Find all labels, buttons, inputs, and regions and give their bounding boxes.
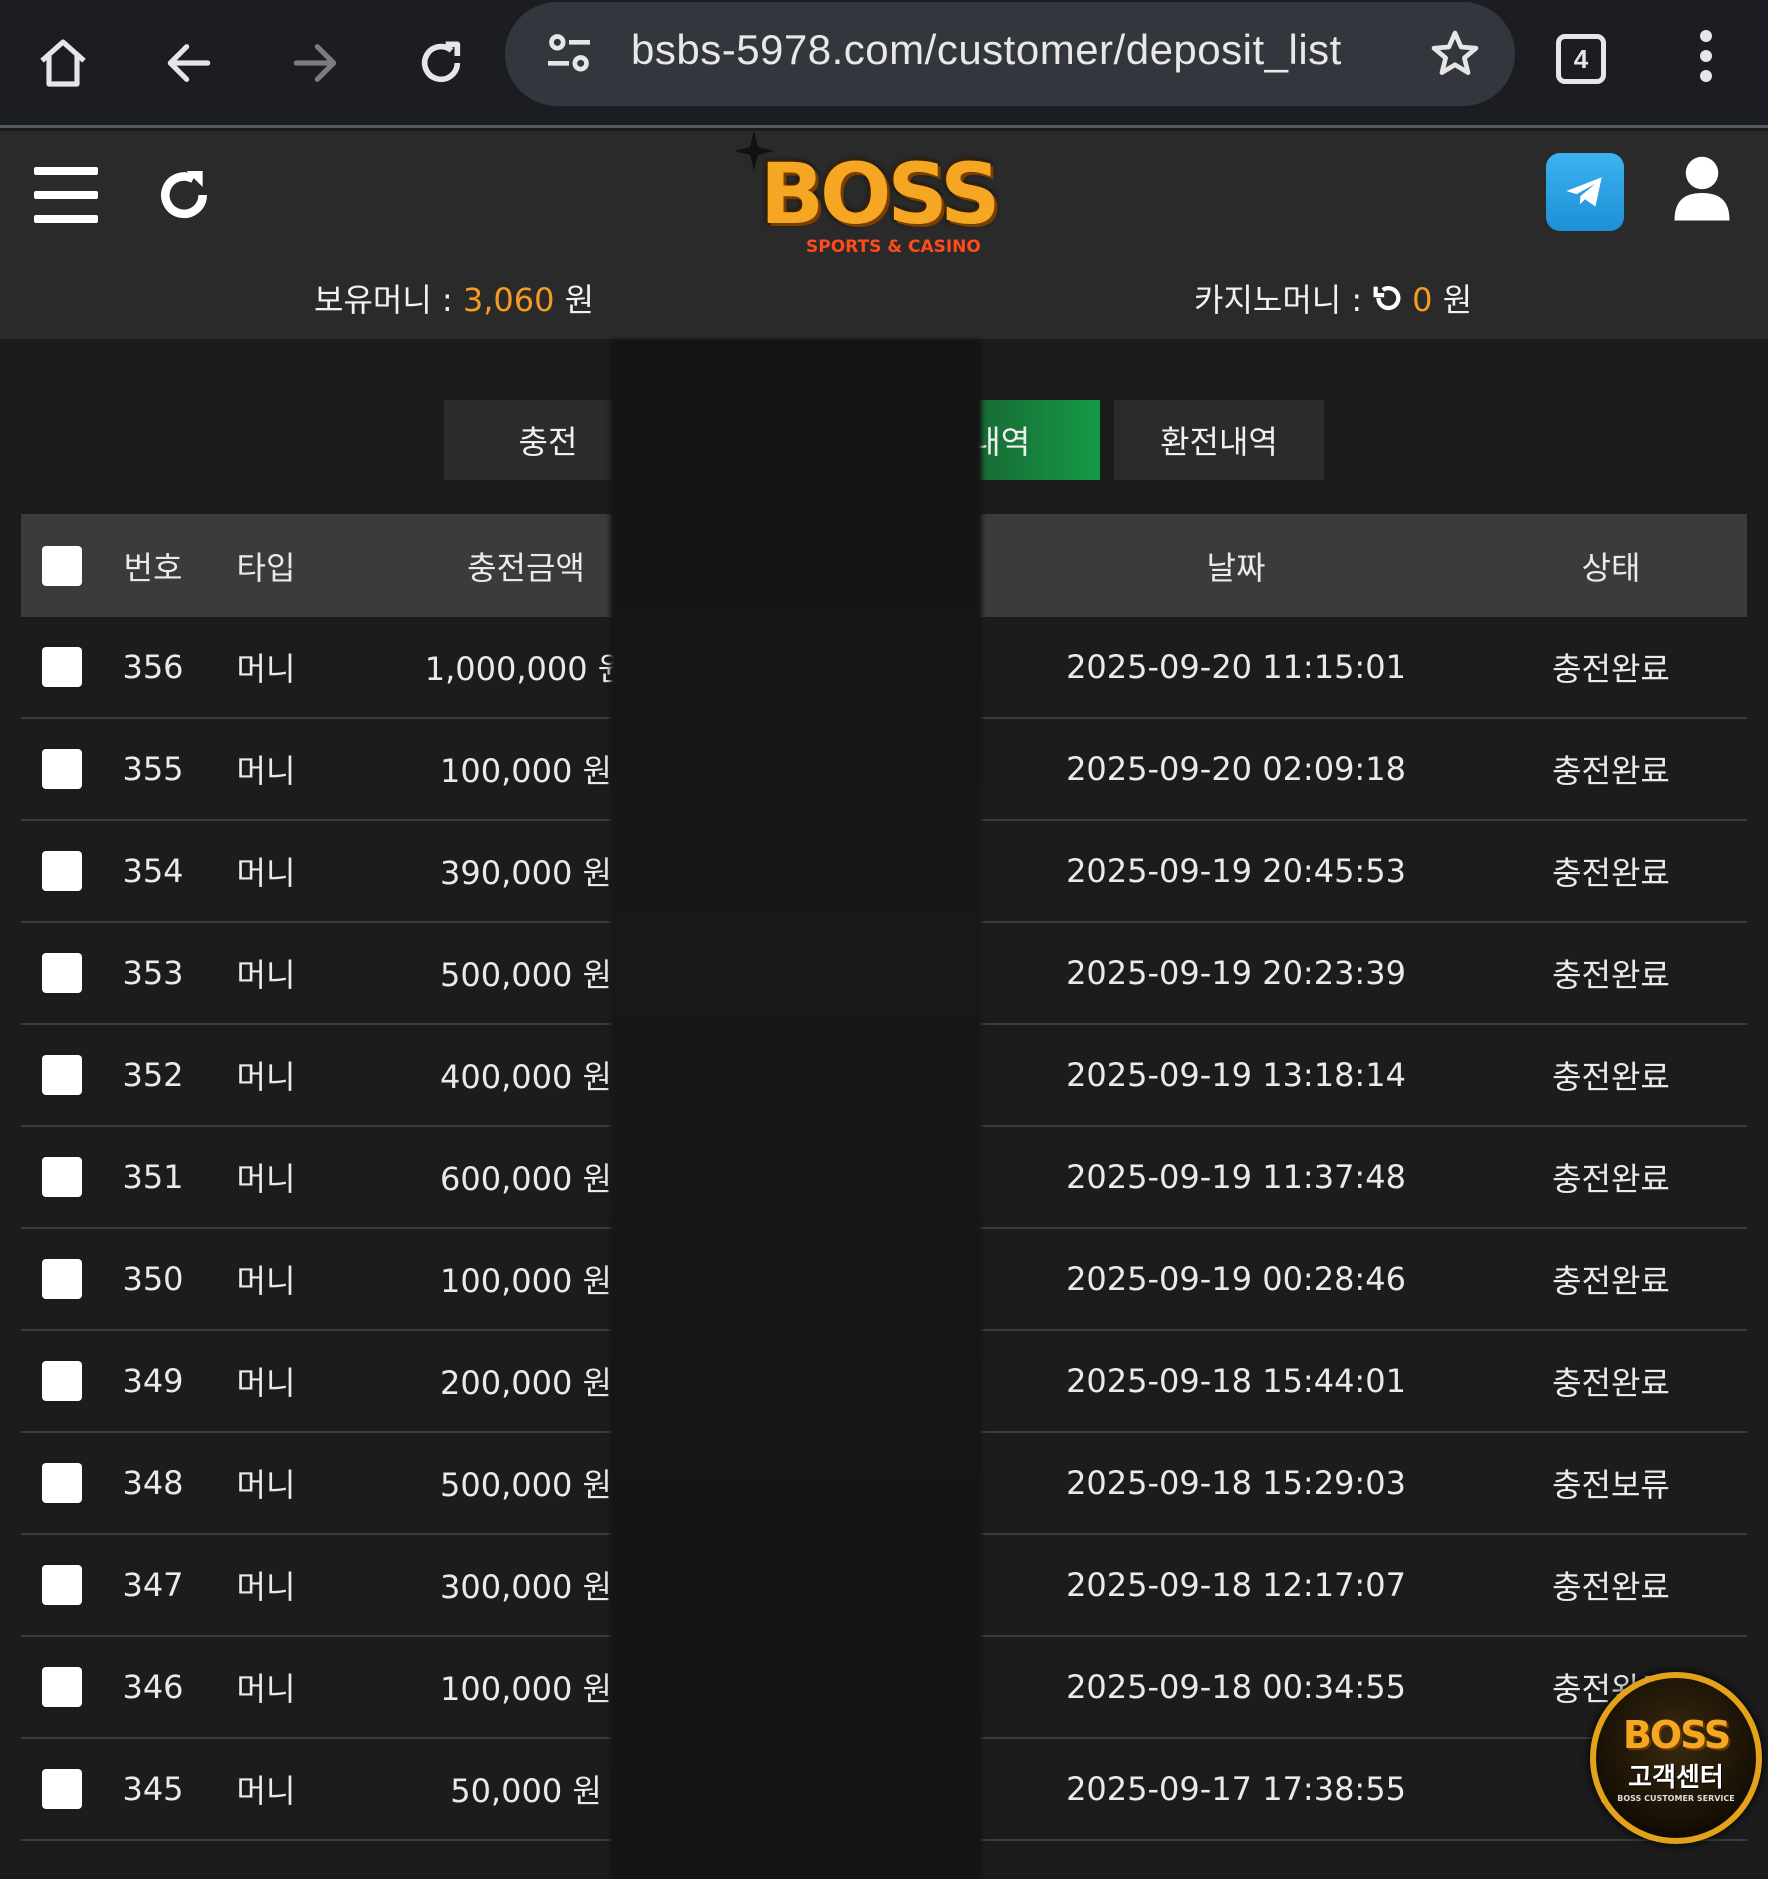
row-date: 2025-09-19 13:18:14: [1066, 1056, 1406, 1094]
row-type: 머니: [236, 956, 296, 994]
row-no: 351: [122, 1158, 184, 1196]
row-no: 353: [122, 954, 184, 992]
row-type: 머니: [236, 1364, 296, 1402]
row-date: 2025-09-19 20:23:39: [1066, 954, 1406, 992]
balance-value: 3,060: [462, 281, 555, 319]
customer-service-button[interactable]: BOSS 고객센터 BOSS CUSTOMER SERVICE: [1590, 1672, 1762, 1844]
logo-subtext: SPORTS & CASINO: [806, 237, 981, 257]
cs-subtext: BOSS CUSTOMER SERVICE: [1617, 1794, 1735, 1803]
casino-refresh-icon[interactable]: [1370, 281, 1404, 315]
row-checkbox[interactable]: [42, 1055, 82, 1095]
row-date: 2025-09-20 02:09:18: [1066, 750, 1406, 788]
redacted-column: [610, 340, 982, 1879]
row-type: 머니: [236, 1466, 296, 1504]
row-status: 충전완료: [1552, 650, 1670, 688]
casino-balance-display: 카지노머니 : 0 원: [1194, 275, 1472, 321]
row-no: 347: [122, 1566, 184, 1604]
row-type: 머니: [236, 1568, 296, 1606]
row-status: 충전완료: [1552, 1058, 1670, 1096]
row-date: 2025-09-18 15:29:03: [1066, 1464, 1406, 1502]
row-no: 352: [122, 1056, 184, 1094]
casino-value: 0: [1412, 281, 1433, 319]
cs-logo: BOSS: [1622, 1713, 1731, 1757]
row-type: 머니: [236, 1160, 296, 1198]
header-status: 상태: [1581, 548, 1641, 587]
logo-text: BOSS: [760, 145, 1001, 243]
row-date: 2025-09-19 00:28:46: [1066, 1260, 1406, 1298]
row-no: 348: [122, 1464, 184, 1502]
row-date: 2025-09-18 15:44:01: [1066, 1362, 1406, 1400]
row-checkbox[interactable]: [42, 851, 82, 891]
row-type: 머니: [236, 1262, 296, 1300]
tabs-icon[interactable]: 4: [1556, 34, 1606, 84]
row-status: 충전완료: [1552, 752, 1670, 790]
row-checkbox[interactable]: [42, 1769, 82, 1809]
row-no: 350: [122, 1260, 184, 1298]
header-type: 타입: [236, 548, 296, 587]
row-checkbox[interactable]: [42, 647, 82, 687]
row-checkbox[interactable]: [42, 953, 82, 993]
tab-withdraw-history[interactable]: 환전내역: [1114, 400, 1324, 480]
menu-icon[interactable]: [34, 167, 98, 223]
row-date: 2025-09-18 12:17:07: [1066, 1566, 1406, 1604]
browser-toolbar: bsbs-5978.com/customer/deposit_list 4: [0, 0, 1768, 128]
cs-label: 고객센터: [1628, 1763, 1724, 1793]
row-date: 2025-09-19 11:37:48: [1066, 1158, 1406, 1196]
back-icon[interactable]: [146, 20, 232, 106]
row-no: 346: [122, 1668, 184, 1706]
row-checkbox[interactable]: [42, 1157, 82, 1197]
row-status: 충전완료: [1552, 1364, 1670, 1402]
header-no: 번호: [123, 548, 183, 587]
row-checkbox[interactable]: [42, 1463, 82, 1503]
balance-display: 보유머니 : 3,060 원: [314, 275, 594, 321]
row-checkbox[interactable]: [42, 1361, 82, 1401]
user-icon[interactable]: [1672, 153, 1732, 223]
bookmark-star-icon[interactable]: [1427, 26, 1483, 82]
row-status: 충전완료: [1552, 1568, 1670, 1606]
telegram-icon[interactable]: [1546, 153, 1624, 231]
casino-unit: 원: [1432, 281, 1473, 319]
row-checkbox[interactable]: [42, 1259, 82, 1299]
url-text[interactable]: bsbs-5978.com/customer/deposit_list: [631, 26, 1342, 74]
row-checkbox[interactable]: [42, 1565, 82, 1605]
row-status: 충전완료: [1552, 1262, 1670, 1300]
site-header: BOSS SPORTS & CASINO 보유머니 : 3,060 원 카지노머…: [0, 131, 1768, 339]
row-status: 충전완료: [1552, 1160, 1670, 1198]
forward-icon[interactable]: [272, 20, 358, 106]
row-no: 354: [122, 852, 184, 890]
row-no: 356: [122, 648, 184, 686]
row-status: 충전완료: [1552, 956, 1670, 994]
row-type: 머니: [236, 1772, 296, 1810]
reload-icon[interactable]: [398, 20, 484, 106]
address-bar[interactable]: bsbs-5978.com/customer/deposit_list: [505, 2, 1515, 106]
row-date: 2025-09-19 20:45:53: [1066, 852, 1406, 890]
row-no: 355: [122, 750, 184, 788]
refresh-icon[interactable]: [152, 163, 216, 227]
row-type: 머니: [236, 752, 296, 790]
row-date: 2025-09-17 17:38:55: [1066, 1770, 1406, 1808]
row-type: 머니: [236, 1058, 296, 1096]
more-icon[interactable]: [1686, 28, 1726, 84]
row-checkbox[interactable]: [42, 749, 82, 789]
row-type: 머니: [236, 854, 296, 892]
balance-label: 보유머니 :: [314, 281, 463, 319]
header-date: 날짜: [1206, 548, 1266, 587]
row-date: 2025-09-18 00:34:55: [1066, 1668, 1406, 1706]
row-type: 머니: [236, 650, 296, 688]
row-date: 2025-09-20 11:15:01: [1066, 648, 1406, 686]
home-icon[interactable]: [20, 20, 106, 106]
row-type: 머니: [236, 1670, 296, 1708]
casino-label: 카지노머니 :: [1194, 281, 1363, 319]
row-no: 345: [122, 1770, 184, 1808]
row-checkbox[interactable]: [42, 1667, 82, 1707]
balance-unit: 원: [554, 281, 595, 319]
site-logo[interactable]: BOSS SPORTS & CASINO: [730, 131, 1040, 261]
row-status: 충전보류: [1552, 1466, 1670, 1504]
site-info-icon[interactable]: [541, 26, 597, 82]
row-no: 349: [122, 1362, 184, 1400]
select-all-checkbox[interactable]: [42, 545, 82, 586]
row-status: 충전완료: [1552, 854, 1670, 892]
